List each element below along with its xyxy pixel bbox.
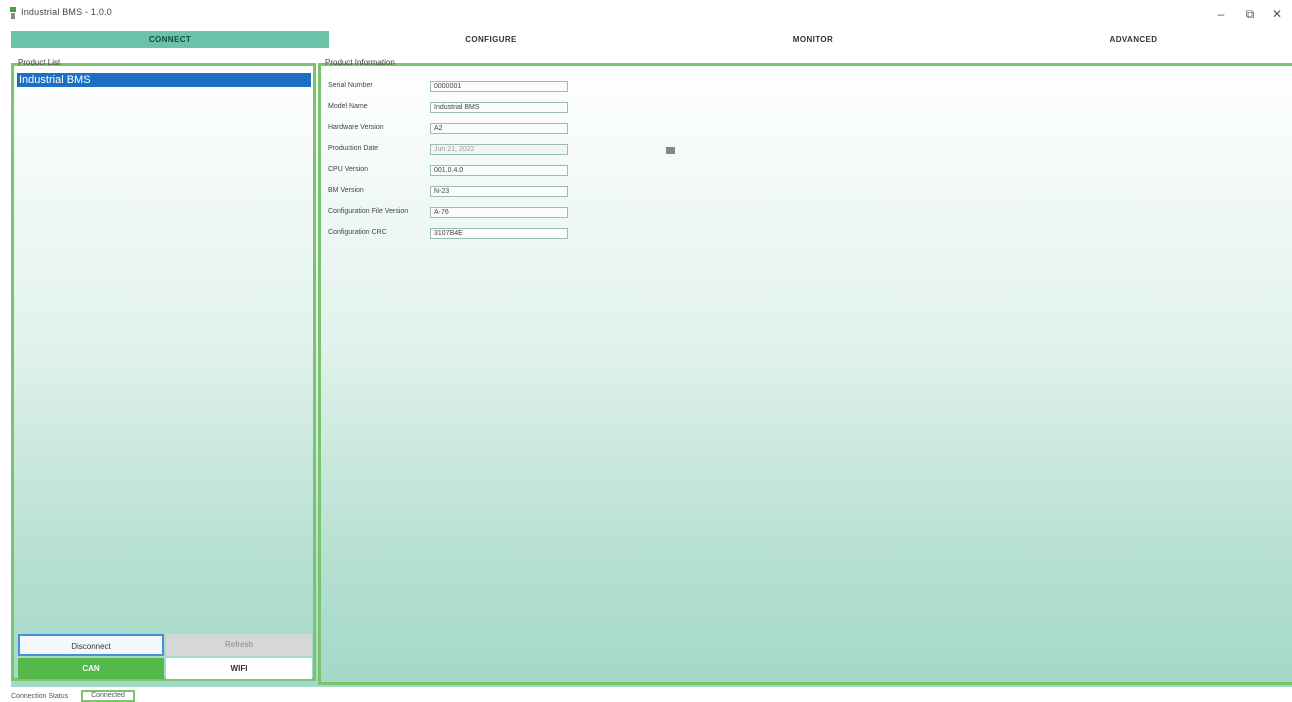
calendar-icon[interactable] <box>666 147 675 154</box>
production-date-value: Jun 21, 2022 <box>434 146 475 153</box>
tab-monitor[interactable]: MONITOR <box>653 31 973 48</box>
status-badge: Connected <box>81 690 135 702</box>
disconnect-button[interactable]: Disconnect <box>18 634 164 656</box>
status-label: Connection Status <box>11 693 69 700</box>
config-crc-label: Configuration CRC <box>328 229 387 236</box>
cpu-version-label: CPU Version <box>328 166 369 173</box>
config-crc-field[interactable]: 3107B4E <box>430 228 568 239</box>
bm-version-field[interactable]: N-23 <box>430 186 568 197</box>
window-title: Industrial BMS - 1.0.0 <box>21 7 112 17</box>
model-name-field[interactable]: Industrial BMS <box>430 102 568 113</box>
tab-connect[interactable]: CONNECT <box>11 31 329 48</box>
hardware-version-field[interactable]: A2 <box>430 123 568 134</box>
config-file-version-field[interactable]: A-76 <box>430 207 568 218</box>
hardware-version-label: Hardware Version <box>328 124 384 131</box>
maximize-icon[interactable]: ⧉ <box>1239 5 1261 23</box>
wifi-button[interactable]: WIFI <box>166 658 312 679</box>
tab-configure[interactable]: CONFIGURE <box>331 31 651 48</box>
close-icon[interactable]: ✕ <box>1266 5 1288 23</box>
refresh-button[interactable]: Refresh <box>166 634 312 656</box>
minimize-icon[interactable]: – <box>1210 5 1232 23</box>
bm-version-label: BM Version <box>328 187 364 194</box>
product-info-title: Product Information <box>325 58 395 67</box>
production-date-field[interactable]: Jun 21, 2022 <box>430 144 675 155</box>
product-list-title: Product List <box>18 58 61 67</box>
tab-advanced[interactable]: ADVANCED <box>975 31 1292 48</box>
title-bar: Industrial BMS - 1.0.0 – ⧉ ✕ <box>0 0 1292 28</box>
serial-number-label: Serial Number <box>328 82 373 89</box>
product-list-item[interactable]: Industrial BMS <box>17 73 311 87</box>
model-name-label: Model Name <box>328 103 368 110</box>
main-content: Product List Industrial BMS Disconnect R… <box>11 57 1292 687</box>
main-tabs: CONNECT CONFIGURE MONITOR ADVANCED <box>11 31 1292 48</box>
product-list-group: Product List Industrial BMS Disconnect R… <box>11 58 316 681</box>
config-file-version-label: Configuration File Version <box>328 208 409 215</box>
status-bar: Connection Status Connected <box>0 690 1292 702</box>
serial-number-field[interactable]: 0000001 <box>430 81 568 92</box>
cpu-version-field[interactable]: 001.0.4.0 <box>430 165 568 176</box>
can-button[interactable]: CAN <box>18 658 164 679</box>
production-date-label: Production Date <box>328 145 379 152</box>
app-icon <box>10 7 16 19</box>
product-info-group: Product Information Serial Number 000000… <box>318 58 1292 685</box>
